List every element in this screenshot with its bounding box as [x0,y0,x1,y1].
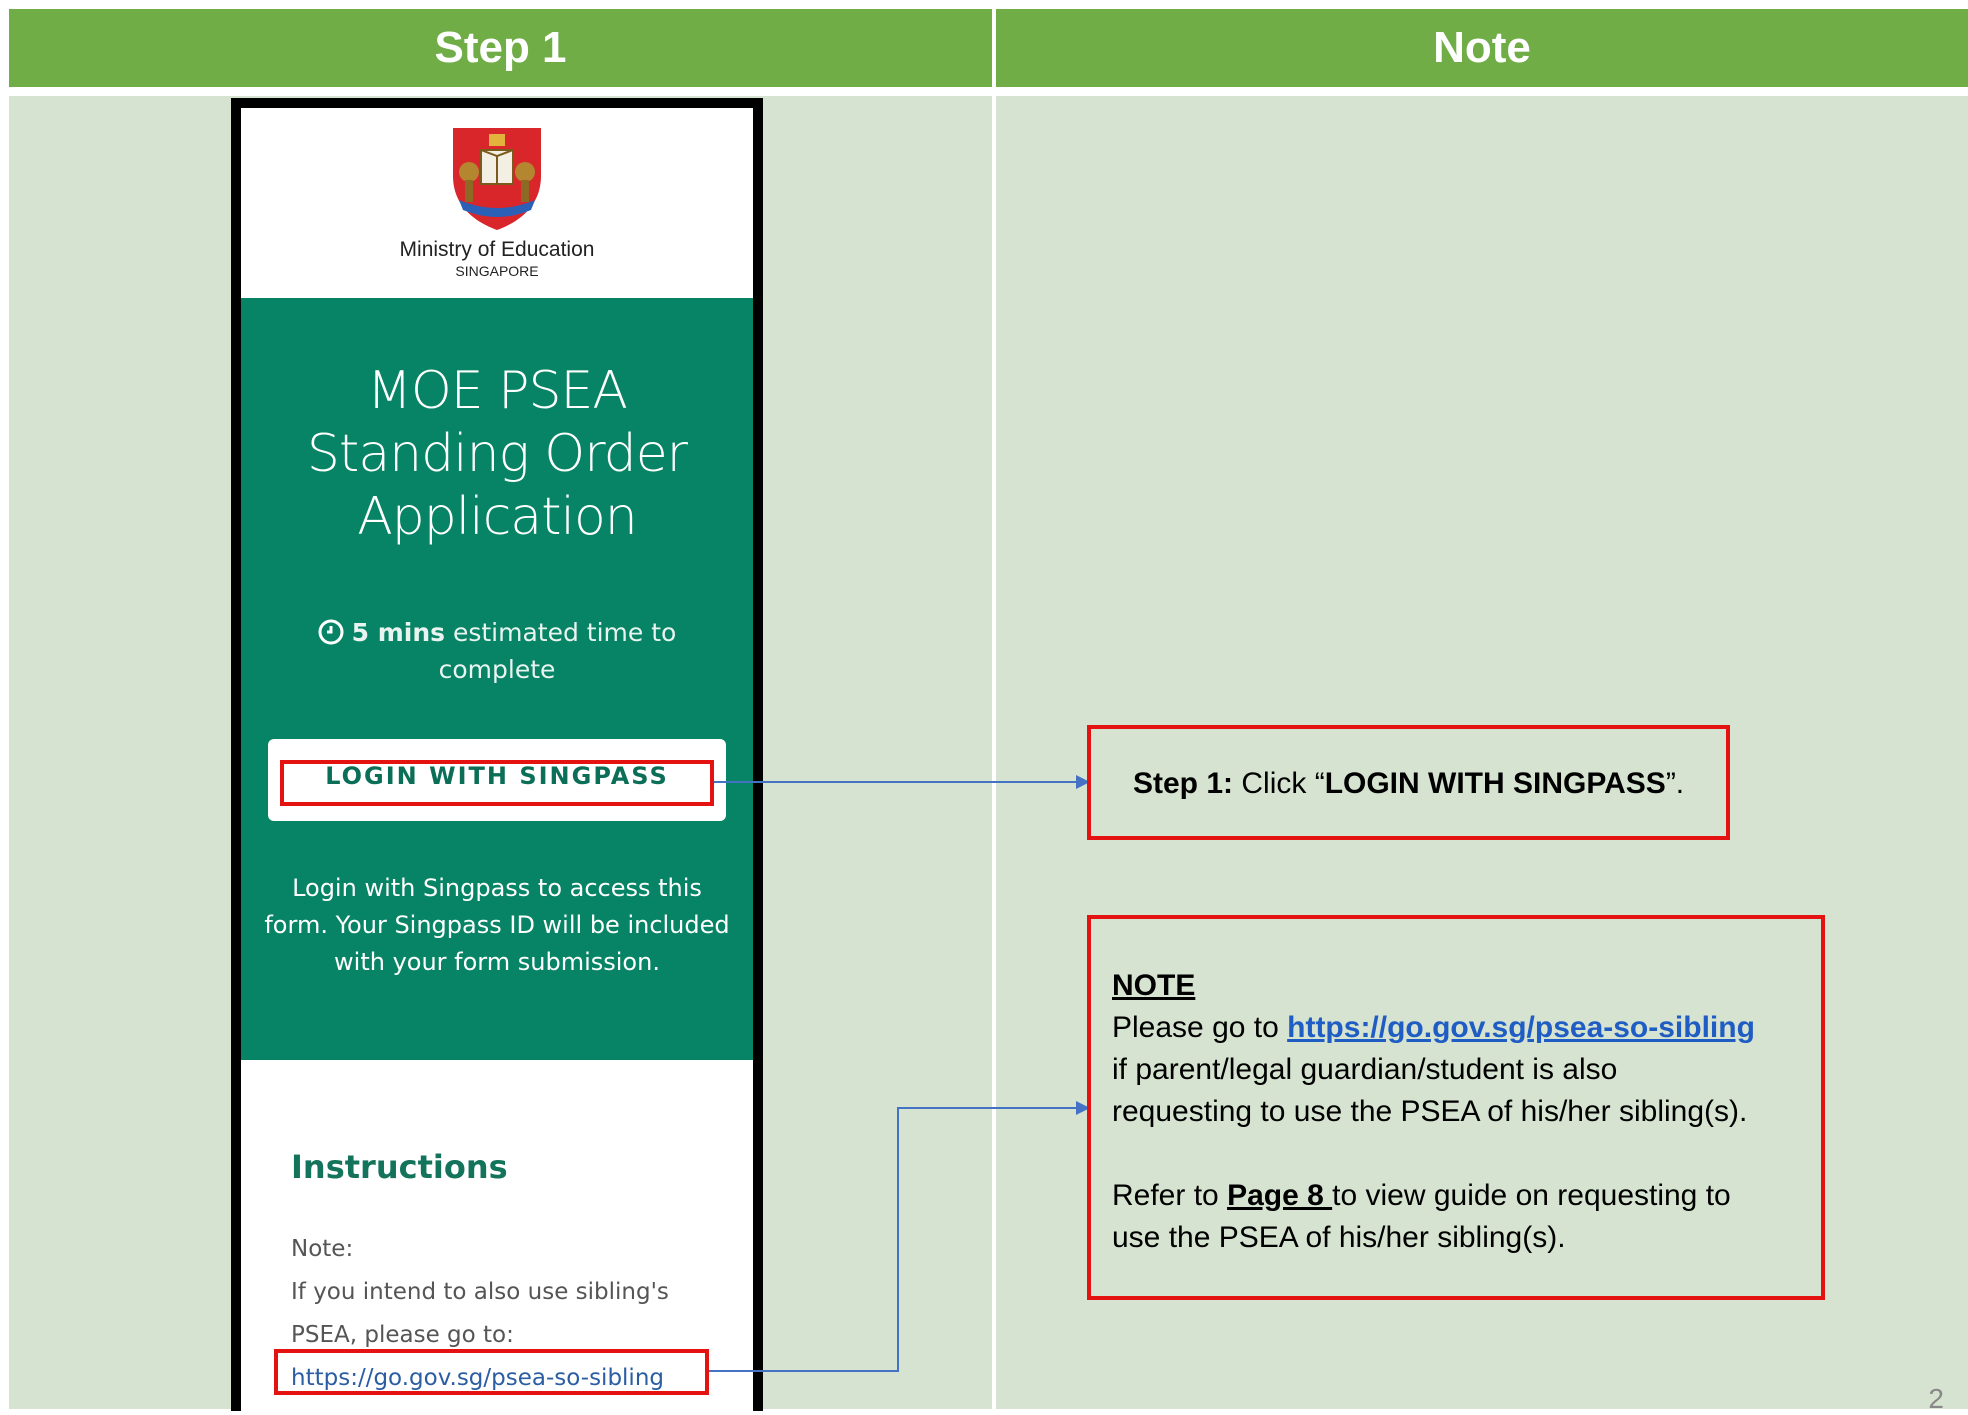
instructions-heading: Instructions [291,1148,508,1186]
form-title-line: Standing Order [306,424,688,484]
note-line: use the PSEA of his/her sibling(s). [1112,1221,1566,1254]
note-heading: NOTE [1112,969,1196,1002]
step1-label: Step 1: [1133,767,1234,800]
step1-text: Click “ [1233,767,1325,800]
note-callout: NOTE Please go to https://go.gov.sg/psea… [1087,915,1825,1300]
moe-crest-icon [453,128,541,230]
form-screenshot: Ministry of Education SINGAPORE MOE PSEA… [231,98,763,1411]
page-reference: Page 8 [1227,1179,1333,1212]
step-header: Step 1 [9,9,992,87]
note-label: Note: [291,1236,354,1262]
note-header: Note [996,9,1968,87]
note-line: If you intend to also use sibling's [291,1279,669,1305]
page-number: 2 [1928,1383,1944,1414]
step1-text-end: ”. [1665,767,1685,800]
link-highlight-box [274,1349,709,1395]
note-line: if parent/legal guardian/student is also [1112,1053,1618,1086]
time-estimate: 5 mins estimated time to complete [301,614,693,688]
org-name: Ministry of Education [399,238,595,261]
form-banner: MOE PSEA Standing Order Application 5 mi… [241,298,753,1060]
step1-callout: Step 1: Click “LOGIN WITH SINGPASS”. [1087,725,1730,840]
step1-instruction: Step 1: Click “LOGIN WITH SINGPASS”. [1133,767,1684,801]
time-estimate-value: 5 mins [351,618,446,647]
form-title-line: Application [357,487,638,547]
moe-header: Ministry of Education SINGAPORE [241,108,753,298]
note-line: requesting to use the PSEA of his/her si… [1112,1095,1748,1128]
login-description: Login with Singpass to access this form.… [264,874,730,976]
org-country: SINGAPORE [455,263,539,279]
sibling-link[interactable]: https://go.gov.sg/psea-so-sibling [1287,1011,1755,1044]
login-highlight-box [280,760,714,806]
time-estimate-text: estimated time to complete [438,618,677,684]
clock-icon [318,619,344,645]
step1-button-name: LOGIN WITH SINGPASS [1324,767,1666,800]
note-line: Refer to Page 8 to view guide on request… [1112,1179,1731,1212]
form-title-line: MOE PSEA [367,361,628,421]
note-line: Please go to https://go.gov.sg/psea-so-s… [1112,1011,1755,1044]
note-body: NOTE Please go to https://go.gov.sg/psea… [1112,965,1812,1259]
form-title: MOE PSEA Standing Order Application [241,360,753,549]
